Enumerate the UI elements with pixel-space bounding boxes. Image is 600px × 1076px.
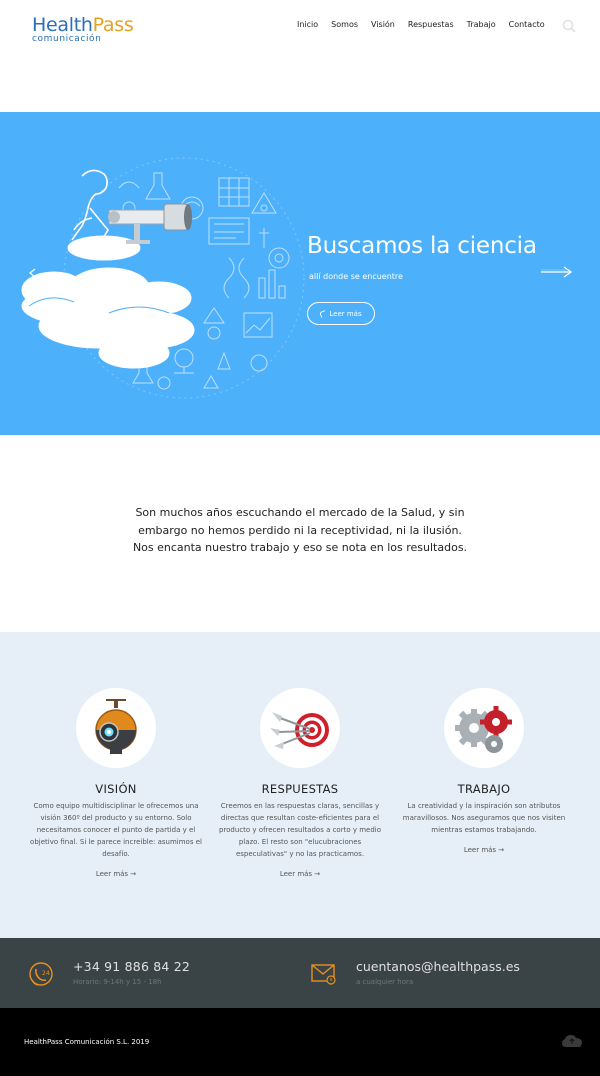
- darts-target-icon: [270, 712, 329, 749]
- robot-eye-icon: [95, 699, 137, 754]
- feature-title: TRABAJO: [457, 782, 511, 796]
- feature-respuestas: RESPUESTAS Creemos en las respuestas cla…: [213, 688, 387, 881]
- button-accent-icon: [319, 309, 328, 318]
- nav-respuestas[interactable]: Respuestas: [408, 20, 454, 29]
- logo-part2: Pass: [92, 14, 134, 36]
- read-more-label: Leer más: [329, 309, 362, 318]
- read-more-button[interactable]: Leer más: [307, 302, 375, 325]
- feature-image: [76, 688, 156, 768]
- intro-section: Son muchos años escuchando el mercado de…: [0, 435, 600, 632]
- copyright-text: HealthPass Comunicación S.L. 2019: [24, 1038, 150, 1046]
- nav-inicio[interactable]: Inicio: [297, 20, 318, 29]
- read-more-link[interactable]: Leer más →: [96, 870, 136, 878]
- search-icon[interactable]: [562, 19, 576, 33]
- next-slide-arrow-icon[interactable]: [540, 266, 572, 278]
- nav-contacto[interactable]: Contacto: [509, 20, 545, 29]
- read-more-link[interactable]: Leer más →: [464, 846, 504, 854]
- contact-band: 24 +34 91 886 84 22 Horario: 9-14h y 15 …: [0, 938, 600, 1008]
- main-nav: Inicio Somos Visión Respuestas Trabajo C…: [297, 20, 545, 29]
- intro-text: Son muchos años escuchando el mercado de…: [132, 506, 468, 554]
- email-note: a cualquier hora: [356, 978, 414, 986]
- nav-vision[interactable]: Visión: [371, 20, 395, 29]
- email-link[interactable]: cuentanos@healthpass.es: [356, 959, 520, 974]
- feature-trabajo: TRABAJO La creatividad y la inspiración …: [397, 688, 571, 857]
- hero-subtitle: allí donde se encuentre: [309, 272, 403, 281]
- feature-image: [260, 688, 340, 768]
- hero-slider: Buscamos la ciencia allí donde se encuen…: [0, 112, 600, 435]
- hero-title: Buscamos la ciencia: [307, 233, 537, 259]
- site-footer: HealthPass Comunicación S.L. 2019: [0, 1008, 600, 1076]
- gears-icon: [455, 706, 512, 753]
- opening-hours: Horario: 9-14h y 15 - 18h: [73, 978, 162, 986]
- previous-slide-icon[interactable]: [28, 268, 38, 278]
- site-header: HealthPass comunicación Inicio Somos Vis…: [0, 0, 600, 112]
- read-more-link[interactable]: Leer más →: [280, 870, 320, 878]
- feature-description: La creatividad y la inspiración son atri…: [402, 802, 566, 834]
- feature-description: Como equipo multidisciplinar le ofrecemo…: [30, 802, 202, 858]
- phone-number[interactable]: +34 91 886 84 22: [73, 959, 190, 974]
- logo-part1: Health: [32, 14, 93, 36]
- nav-somos[interactable]: Somos: [331, 20, 358, 29]
- feature-vision: VISIÓN Como equipo multidisciplinar le o…: [29, 688, 203, 881]
- feature-description: Creemos en las respuestas claras, sencil…: [218, 802, 382, 858]
- feature-title: VISIÓN: [95, 782, 137, 796]
- phone-24h-icon: 24: [29, 962, 53, 986]
- healthpass-logo[interactable]: HealthPass comunicación: [32, 14, 142, 44]
- feature-image: [444, 688, 524, 768]
- features-section: VISIÓN Como equipo multidisciplinar le o…: [0, 632, 600, 938]
- svg-text:24: 24: [42, 970, 50, 977]
- nav-trabajo[interactable]: Trabajo: [467, 20, 496, 29]
- mail-icon: [311, 964, 336, 985]
- cloud-upload-icon[interactable]: [561, 1034, 583, 1048]
- feature-title: RESPUESTAS: [261, 782, 339, 796]
- science-telescope-illustration: [21, 157, 305, 399]
